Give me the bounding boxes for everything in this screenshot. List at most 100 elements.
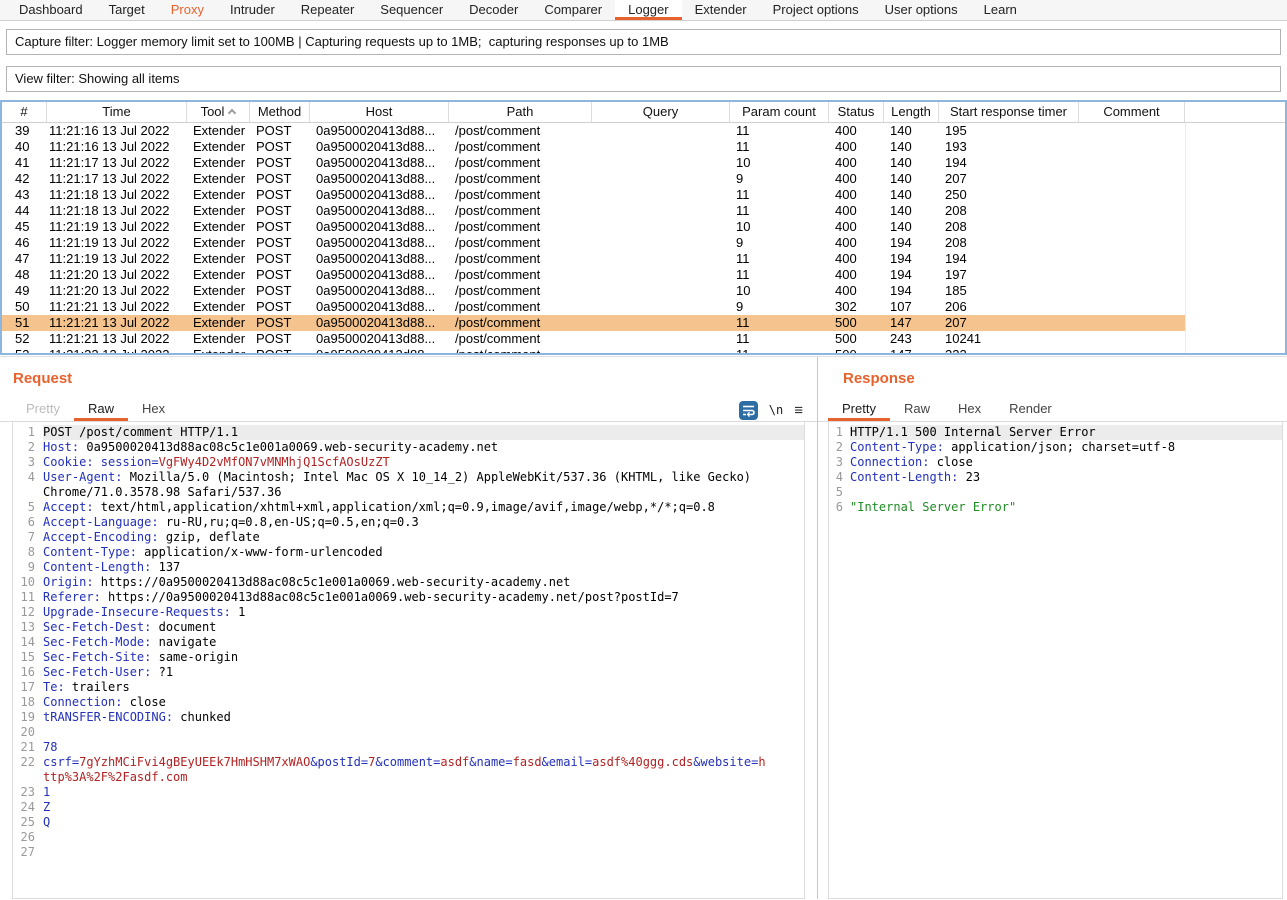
line-text: [850, 485, 1282, 500]
cell-comment: [1079, 251, 1185, 267]
log-row-51[interactable]: 5111:21:21 13 Jul 2022ExtenderPOST0a9500…: [2, 315, 1185, 331]
column-header-host[interactable]: Host: [310, 102, 449, 122]
response-tab-render[interactable]: Render: [995, 397, 1066, 421]
menu-tab-dashboard[interactable]: Dashboard: [6, 0, 96, 20]
editor-settings-icon[interactable]: ≡: [794, 401, 803, 420]
menu-tab-repeater[interactable]: Repeater: [288, 0, 367, 20]
request-tab-raw[interactable]: Raw: [74, 397, 128, 421]
log-row-43[interactable]: 4311:21:18 13 Jul 2022ExtenderPOST0a9500…: [2, 187, 1185, 203]
log-table-body: 3911:21:16 13 Jul 2022ExtenderPOST0a9500…: [2, 123, 1285, 355]
column-header-time[interactable]: Time: [47, 102, 187, 122]
view-filter-bar[interactable]: View filter: Showing all items: [6, 66, 1281, 92]
menu-tab-learn[interactable]: Learn: [971, 0, 1030, 20]
menu-tab-target[interactable]: Target: [96, 0, 158, 20]
cell-param-count: 11: [730, 203, 829, 219]
log-row-47[interactable]: 4711:21:19 13 Jul 2022ExtenderPOST0a9500…: [2, 251, 1185, 267]
cell-host: 0a9500020413d88...: [310, 347, 449, 355]
menu-tab-logger[interactable]: Logger: [615, 0, 681, 20]
cell-param-count: 11: [730, 315, 829, 331]
log-row-53[interactable]: 5311:21:22 13 Jul 2022ExtenderPOST0a9500…: [2, 347, 1185, 355]
log-row-45[interactable]: 4511:21:19 13 Jul 2022ExtenderPOST0a9500…: [2, 219, 1185, 235]
response-editor[interactable]: 1HTTP/1.1 500 Internal Server Error2Cont…: [828, 422, 1283, 899]
log-row-52[interactable]: 5211:21:21 13 Jul 2022ExtenderPOST0a9500…: [2, 331, 1185, 347]
cell-query: [592, 171, 730, 187]
cell-query: [592, 235, 730, 251]
cell-path: /post/comment: [449, 331, 592, 347]
response-tab-pretty[interactable]: Pretty: [828, 397, 890, 421]
column-header-length[interactable]: Length: [884, 102, 939, 122]
response-tab-hex[interactable]: Hex: [944, 397, 995, 421]
cell-host: 0a9500020413d88...: [310, 267, 449, 283]
cell-query: [592, 347, 730, 355]
cell-comment: [1079, 203, 1185, 219]
log-row-44[interactable]: 4411:21:18 13 Jul 2022ExtenderPOST0a9500…: [2, 203, 1185, 219]
cell-path: /post/comment: [449, 251, 592, 267]
log-row-46[interactable]: 4611:21:19 13 Jul 2022ExtenderPOST0a9500…: [2, 235, 1185, 251]
response-tab-raw[interactable]: Raw: [890, 397, 944, 421]
menu-tab-intruder[interactable]: Intruder: [217, 0, 288, 20]
cell-path: /post/comment: [449, 139, 592, 155]
column-header-query[interactable]: Query: [592, 102, 730, 122]
request-line-3: 3Cookie: session=VgFWy4D2vMfON7vMNMhjQ1S…: [13, 455, 804, 470]
response-line-4: 4Content-Length: 23: [829, 470, 1282, 485]
cell-num: 49: [2, 283, 47, 299]
word-wrap-icon[interactable]: [739, 401, 758, 420]
menu-tab-user-options[interactable]: User options: [872, 0, 971, 20]
cell-path: /post/comment: [449, 267, 592, 283]
cell-tool: Extender: [187, 171, 250, 187]
cell-host: 0a9500020413d88...: [310, 315, 449, 331]
log-row-48[interactable]: 4811:21:20 13 Jul 2022ExtenderPOST0a9500…: [2, 267, 1185, 283]
log-row-39[interactable]: 3911:21:16 13 Jul 2022ExtenderPOST0a9500…: [2, 123, 1185, 139]
line-number: 26: [13, 830, 35, 845]
cell-query: [592, 267, 730, 283]
cell-start-response-timer: 185: [939, 283, 1079, 299]
cell-query: [592, 251, 730, 267]
log-row-42[interactable]: 4211:21:17 13 Jul 2022ExtenderPOST0a9500…: [2, 171, 1185, 187]
request-tab-hex[interactable]: Hex: [128, 397, 179, 421]
column-header-param-count[interactable]: Param count: [730, 102, 829, 122]
request-line-11: 11Referer: https://0a9500020413d88ac08c5…: [13, 590, 804, 605]
column-header-comment[interactable]: Comment: [1079, 102, 1185, 122]
message-editors: Request PrettyRawHex \n ≡ 1POST /post/co…: [0, 356, 1287, 899]
cell-param-count: 9: [730, 235, 829, 251]
cell-time: 11:21:17 13 Jul 2022: [47, 171, 187, 187]
menu-tab-comparer[interactable]: Comparer: [531, 0, 615, 20]
log-row-40[interactable]: 4011:21:16 13 Jul 2022ExtenderPOST0a9500…: [2, 139, 1185, 155]
column-header-tool[interactable]: Tool: [187, 102, 250, 122]
cell-num: 40: [2, 139, 47, 155]
column-header-start-response-timer[interactable]: Start response timer: [939, 102, 1079, 122]
log-row-41[interactable]: 4111:21:17 13 Jul 2022ExtenderPOST0a9500…: [2, 155, 1185, 171]
line-number: 16: [13, 665, 35, 680]
cell-query: [592, 187, 730, 203]
cell-time: 11:21:21 13 Jul 2022: [47, 299, 187, 315]
column-header-num[interactable]: #: [2, 102, 47, 122]
request-line-12: 12Upgrade-Insecure-Requests: 1: [13, 605, 804, 620]
request-line-18: 18Connection: close: [13, 695, 804, 710]
request-tab-pretty[interactable]: Pretty: [12, 397, 74, 421]
line-number: 14: [13, 635, 35, 650]
menu-tab-extender[interactable]: Extender: [682, 0, 760, 20]
cell-start-response-timer: 197: [939, 267, 1079, 283]
cell-time: 11:21:21 13 Jul 2022: [47, 331, 187, 347]
cell-start-response-timer: 193: [939, 139, 1079, 155]
log-row-50[interactable]: 5011:21:21 13 Jul 2022ExtenderPOST0a9500…: [2, 299, 1185, 315]
cell-status: 400: [829, 235, 884, 251]
menu-tab-proxy[interactable]: Proxy: [158, 0, 217, 20]
cell-tool: Extender: [187, 219, 250, 235]
cell-status: 302: [829, 299, 884, 315]
cell-tool: Extender: [187, 347, 250, 355]
menu-tab-project-options[interactable]: Project options: [760, 0, 872, 20]
request-editor[interactable]: 1POST /post/comment HTTP/1.12Host: 0a950…: [12, 422, 805, 899]
cell-start-response-timer: 208: [939, 235, 1079, 251]
column-header-method[interactable]: Method: [250, 102, 310, 122]
menu-tab-sequencer[interactable]: Sequencer: [367, 0, 456, 20]
column-header-status[interactable]: Status: [829, 102, 884, 122]
cell-status: 400: [829, 251, 884, 267]
menu-tab-decoder[interactable]: Decoder: [456, 0, 531, 20]
request-line-25: 25Q: [13, 815, 804, 830]
capture-filter-bar[interactable]: Capture filter: Logger memory limit set …: [6, 29, 1281, 55]
log-row-49[interactable]: 4911:21:20 13 Jul 2022ExtenderPOST0a9500…: [2, 283, 1185, 299]
line-text: Content-Type: application/json; charset=…: [850, 440, 1282, 455]
nonprintable-chars-icon[interactable]: \n: [769, 403, 783, 417]
column-header-path[interactable]: Path: [449, 102, 592, 122]
